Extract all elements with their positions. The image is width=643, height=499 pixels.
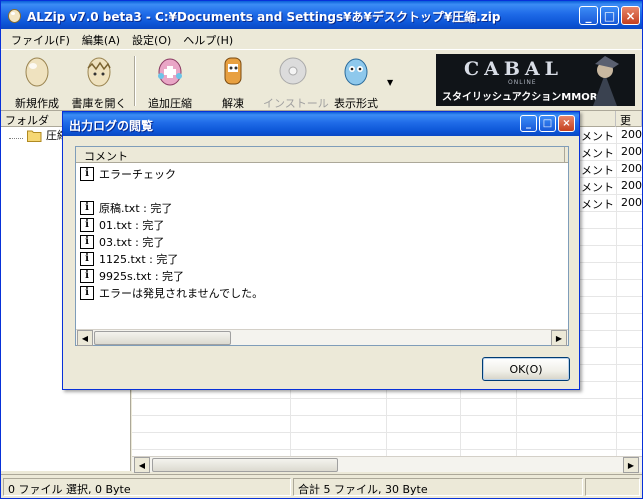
log-entry[interactable]: i エラーチェック <box>80 165 176 182</box>
minimize-button[interactable]: _ <box>579 6 598 25</box>
log-entry-text: 1125.txt : 完了 <box>99 252 179 266</box>
status-total: 合計 5 ファイル, 30 Byte <box>293 478 583 496</box>
close-button[interactable]: × <box>621 6 640 25</box>
view-format-icon <box>344 58 368 86</box>
install-button[interactable]: インストール <box>263 52 329 110</box>
log-entry-text: エラーチェック <box>99 167 176 181</box>
ad-banner[interactable]: CABAL ONLINE スタイリッシュアクションMMORPG <box>436 54 635 106</box>
install-disc-icon <box>279 57 307 85</box>
log-column-header[interactable]: コメント <box>76 147 568 163</box>
row-comment: メント <box>581 198 614 211</box>
info-icon: i <box>80 217 94 232</box>
maximize-button[interactable]: □ <box>600 6 619 25</box>
new-archive-label: 新規作成 <box>15 97 59 110</box>
row-comment: メント <box>581 164 614 177</box>
status-selection: 0 ファイル 選択, 0 Byte <box>3 478 291 496</box>
log-entry-text: 9925s.txt : 完了 <box>99 269 185 283</box>
log-scroll-left-button[interactable]: ◀ <box>77 330 93 346</box>
menu-help[interactable]: ヘルプ(H) <box>177 29 239 49</box>
log-entry[interactable]: i 01.txt : 完了 <box>80 216 164 233</box>
extract-icon <box>224 57 242 85</box>
scroll-left-button[interactable]: ◀ <box>134 457 150 473</box>
open-archive-label: 書庫を開く <box>71 97 127 110</box>
menu-settings[interactable]: 設定(O) <box>126 29 177 49</box>
row-date: 200 <box>621 196 642 209</box>
log-column-label: コメント <box>84 150 128 163</box>
dialog-title-bar[interactable]: 出力ログの閲覧 _ □ × <box>63 112 579 136</box>
log-entry-text: 原稿.txt : 完了 <box>99 201 173 215</box>
dialog-maximize-button[interactable]: □ <box>539 115 556 132</box>
dialog-close-button[interactable]: × <box>558 115 575 132</box>
egg-icon <box>25 57 49 87</box>
info-icon: i <box>80 166 94 181</box>
open-egg-icon <box>87 57 111 87</box>
column-divider <box>564 147 565 163</box>
row-date: 200 <box>621 145 642 158</box>
log-entry-text: エラーは発見されませんでした。 <box>99 286 264 300</box>
info-icon: i <box>80 251 94 266</box>
row-comment: メント <box>581 181 614 194</box>
scroll-thumb[interactable] <box>152 458 338 472</box>
row-date: 200 <box>621 162 642 175</box>
new-archive-button[interactable]: 新規作成 <box>9 52 65 110</box>
view-format-label: 表示形式 <box>334 97 378 110</box>
view-dropdown-arrow[interactable]: ▼ <box>387 78 393 87</box>
menu-edit[interactable]: 編集(A) <box>76 29 126 49</box>
menu-file[interactable]: ファイル(F) <box>5 29 76 49</box>
row-date: 200 <box>621 128 642 141</box>
log-entry[interactable]: i 03.txt : 完了 <box>80 233 164 250</box>
log-entry[interactable]: i エラーは発見されませんでした。 <box>80 284 263 301</box>
info-icon: i <box>80 200 94 215</box>
col-updated[interactable]: 更 <box>616 111 642 127</box>
title-bar[interactable]: ALZip v7.0 beta3 - C:¥Documents and Sett… <box>1 1 642 29</box>
app-icon <box>8 9 21 23</box>
log-hscrollbar[interactable]: ◀ ▶ <box>76 329 568 346</box>
empty-row <box>132 416 642 433</box>
log-entry[interactable]: i 1125.txt : 完了 <box>80 250 178 267</box>
row-comment: メント <box>581 147 614 160</box>
tree-item-archive[interactable]: 圧縮 <box>9 127 68 143</box>
row-date: 200 <box>621 179 642 192</box>
menu-bar: ファイル(F) 編集(A) 設定(O) ヘルプ(H) <box>1 29 642 49</box>
scroll-right-button[interactable]: ▶ <box>623 457 639 473</box>
empty-row <box>132 399 642 416</box>
extract-button[interactable]: 解凍 <box>213 52 253 110</box>
folder-icon <box>27 130 42 142</box>
open-archive-button[interactable]: 書庫を開く <box>69 52 129 110</box>
log-entry-text: 01.txt : 完了 <box>99 218 165 232</box>
banner-sub: ONLINE <box>508 79 537 86</box>
log-entry[interactable]: i 原稿.txt : 完了 <box>80 199 172 216</box>
info-icon: i <box>80 268 94 283</box>
info-icon: i <box>80 285 94 300</box>
log-list[interactable]: コメント i エラーチェック i 原稿.txt : 完了 i 01.txt : … <box>75 146 569 346</box>
add-compress-button[interactable]: 追加圧縮 <box>143 52 197 110</box>
status-bar: 0 ファイル 選択, 0 Byte 合計 5 ファイル, 30 Byte <box>1 474 642 498</box>
install-label: インストール <box>263 97 329 110</box>
toolbar-separator <box>134 56 136 106</box>
row-comment: メント <box>581 130 614 143</box>
empty-row <box>132 433 642 450</box>
view-format-button[interactable]: 表示形式 <box>329 52 383 110</box>
ok-button[interactable]: OK(O) <box>482 357 570 381</box>
file-list-hscrollbar[interactable]: ◀ ▶ <box>132 456 642 473</box>
output-log-dialog: 出力ログの閲覧 _ □ × コメント i エラーチェック i 原稿.txt : … <box>62 111 580 390</box>
banner-logo: CABAL <box>464 58 564 80</box>
status-extra <box>585 478 640 496</box>
add-compress-label: 追加圧縮 <box>148 97 192 110</box>
log-entry-text: 03.txt : 完了 <box>99 235 165 249</box>
window-title: ALZip v7.0 beta3 - C:¥Documents and Sett… <box>27 10 501 24</box>
banner-character-image <box>593 56 619 106</box>
tree-connector <box>9 131 23 139</box>
add-compress-icon <box>158 58 182 86</box>
info-icon: i <box>80 234 94 249</box>
dialog-minimize-button[interactable]: _ <box>520 115 537 132</box>
log-scroll-thumb[interactable] <box>94 331 231 345</box>
log-scroll-right-button[interactable]: ▶ <box>551 330 567 346</box>
extract-label: 解凍 <box>222 97 244 110</box>
dialog-title: 出力ログの閲覧 <box>69 119 154 133</box>
log-entry[interactable]: i 9925s.txt : 完了 <box>80 267 184 284</box>
